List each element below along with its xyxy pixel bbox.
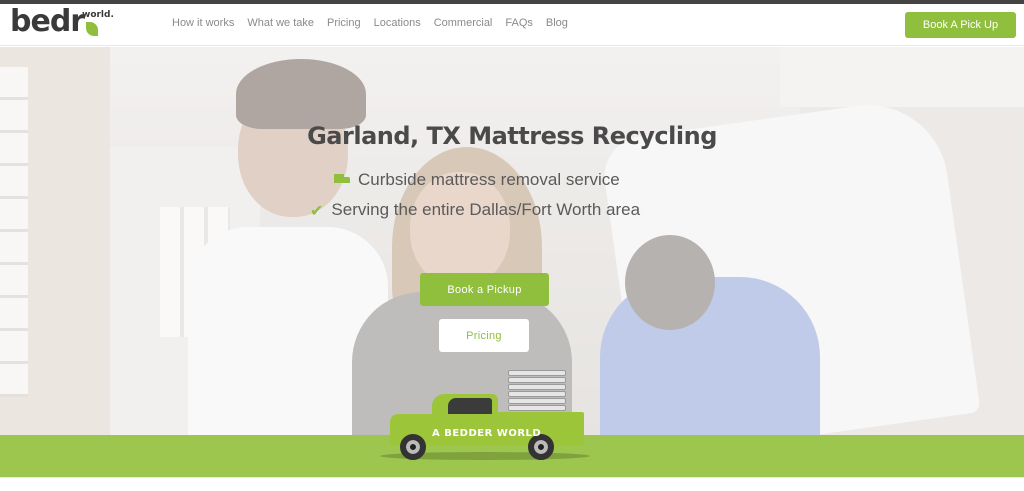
- truck-mattress: [508, 405, 566, 411]
- truck-wheel: [400, 434, 426, 460]
- feature-service-area: ✔ Serving the entire Dallas/Fort Worth a…: [310, 200, 640, 220]
- leaf-icon: [86, 22, 98, 36]
- book-pickup-button[interactable]: Book a Pickup: [420, 273, 549, 306]
- nav-item-how-it-works[interactable]: How it works: [172, 17, 234, 29]
- nav-item-faqs[interactable]: FAQs: [505, 17, 533, 29]
- pricing-button[interactable]: Pricing: [439, 319, 529, 352]
- footer-strip: [0, 477, 1024, 491]
- truck-mattress: [508, 391, 566, 397]
- check-icon: ✔: [310, 200, 324, 220]
- brand-logo[interactable]: bedr world.: [10, 4, 114, 44]
- logo-world-text: world.: [82, 10, 114, 20]
- truck-label: A BEDDER WORLD: [432, 428, 542, 439]
- book-pickup-header-button[interactable]: Book A Pick Up: [905, 12, 1016, 38]
- truck-mattress: [508, 370, 566, 376]
- nav-item-pricing[interactable]: Pricing: [327, 17, 361, 29]
- truck-icon: [334, 174, 350, 186]
- feature-text: Serving the entire Dallas/Fort Worth are…: [331, 200, 641, 219]
- truck-mattress: [508, 384, 566, 390]
- truck-mattress: [508, 377, 566, 383]
- nav-item-locations[interactable]: Locations: [374, 17, 421, 29]
- nav-item-blog[interactable]: Blog: [546, 17, 568, 29]
- logo-wordmark: bedr: [10, 4, 85, 39]
- main-nav: How it works What we take Pricing Locati…: [172, 17, 581, 29]
- nav-item-commercial[interactable]: Commercial: [434, 17, 493, 29]
- page-title: Garland, TX Mattress Recycling: [307, 122, 717, 150]
- truck-window: [448, 398, 492, 414]
- truck-mattress: [508, 398, 566, 404]
- nav-item-what-we-take[interactable]: What we take: [247, 17, 314, 29]
- feature-curbside: Curbside mattress removal service: [334, 170, 620, 190]
- feature-text: Curbside mattress removal service: [358, 170, 620, 189]
- site-header: bedr world. How it works What we take Pr…: [0, 4, 1024, 46]
- truck-illustration: A BEDDER WORLD: [380, 368, 590, 460]
